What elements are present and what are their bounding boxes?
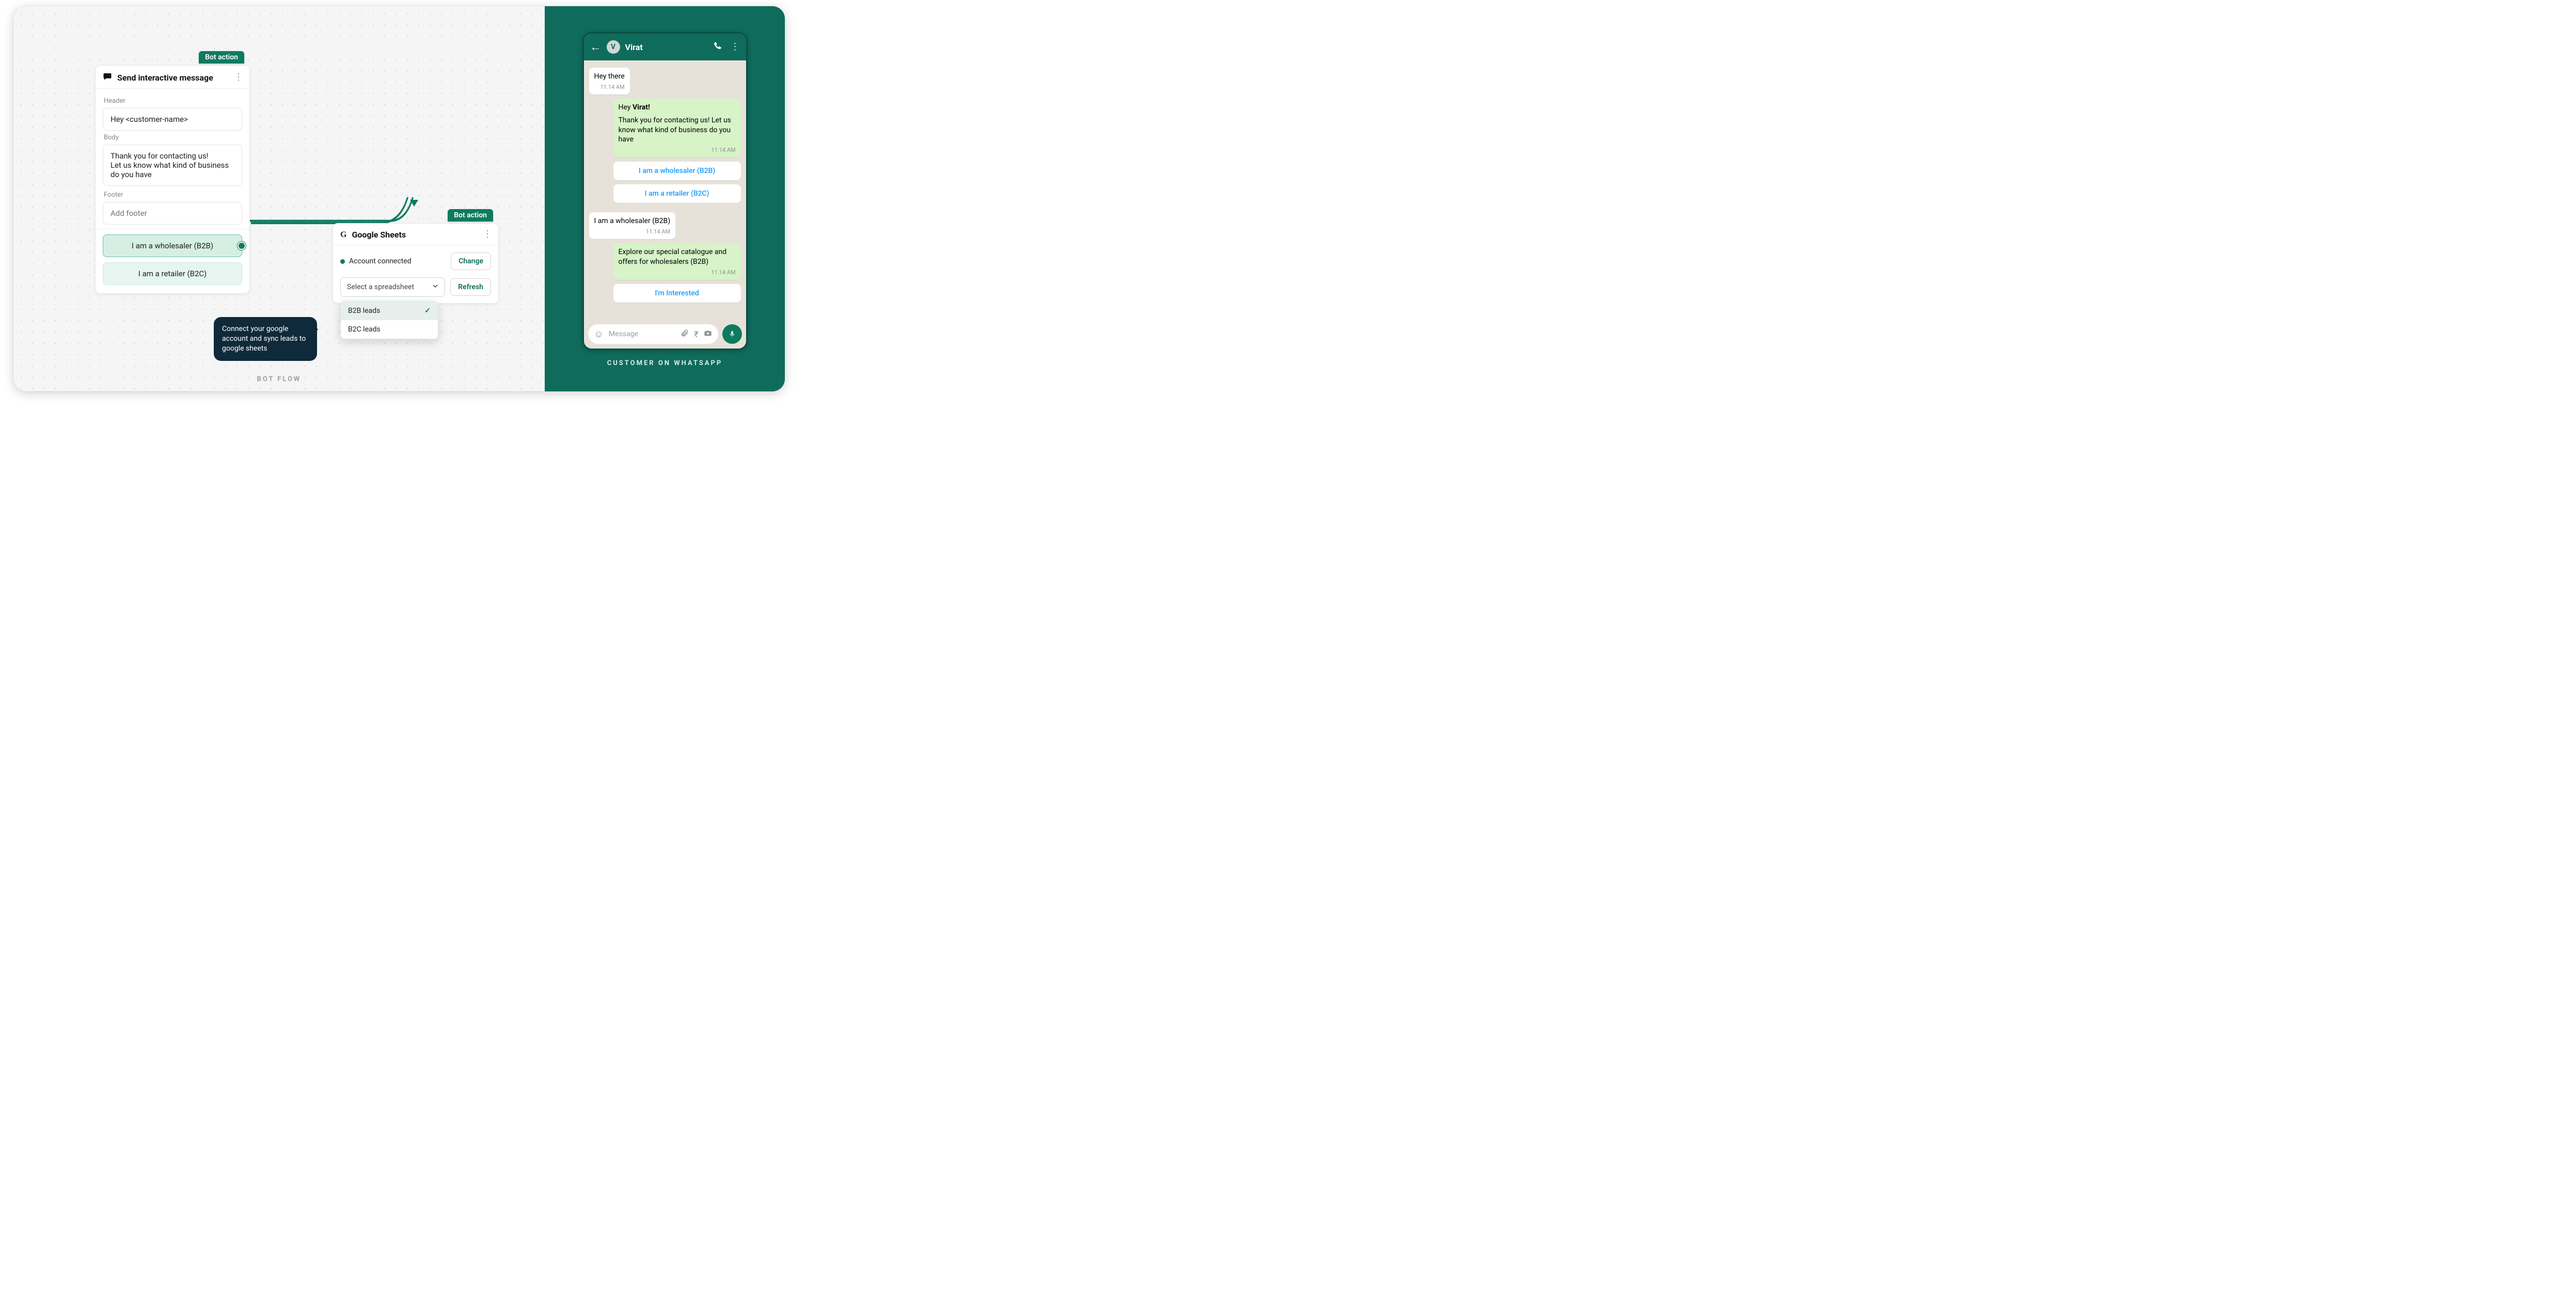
refresh-button[interactable]: Refresh <box>450 278 491 296</box>
outgoing-message: Explore our special catalogue and offers… <box>613 243 741 280</box>
change-button[interactable]: Change <box>451 252 491 270</box>
timestamp: 11.14 AM <box>594 228 671 236</box>
status-dot-icon <box>340 259 345 264</box>
app-frame: Bot action Send interactive message ⋮ He… <box>13 6 785 391</box>
chevron-down-icon <box>432 283 438 291</box>
timestamp: 11.14 AM <box>619 269 736 277</box>
google-sheets-card[interactable]: Bot action G Google Sheets ⋮ Account con… <box>333 223 499 304</box>
connector-dot[interactable] <box>238 242 246 250</box>
msg-text: I am a wholesaler (B2B) <box>594 217 671 225</box>
reply-option-interested[interactable]: I'm Interested <box>613 284 741 303</box>
reply-option-wholesaler[interactable]: I am a wholesaler (B2B) <box>613 162 741 180</box>
canvas-label: BOT FLOW <box>257 375 302 383</box>
back-icon[interactable]: ← <box>590 40 602 54</box>
incoming-message: I am a wholesaler (B2B) 11.14 AM <box>589 212 676 239</box>
card-title: Google Sheets <box>352 230 478 240</box>
message-placeholder: Message <box>609 330 675 338</box>
body-label: Body <box>104 134 241 141</box>
chat-icon <box>103 72 112 83</box>
body-input[interactable] <box>103 145 242 186</box>
dropdown-item-label: B2B leads <box>348 307 380 315</box>
kebab-icon[interactable]: ⋮ <box>731 41 740 53</box>
camera-icon[interactable] <box>704 329 712 339</box>
card-header: Send interactive message ⋮ <box>96 66 249 89</box>
spreadsheet-dropdown: B2B leads ✓ B2C leads <box>340 301 438 339</box>
option-retailer[interactable]: I am a retailer (B2C) <box>103 262 242 285</box>
incoming-message: Hey there 11.14 AM <box>589 68 630 94</box>
footer-label: Footer <box>104 191 241 199</box>
attach-icon[interactable] <box>681 329 689 339</box>
footer-input[interactable] <box>103 202 242 225</box>
emoji-icon[interactable]: ☺ <box>594 329 604 340</box>
msg-text: Thank you for contacting us! Let us know… <box>619 116 736 145</box>
send-interactive-card[interactable]: Bot action Send interactive message ⋮ He… <box>95 65 250 294</box>
bot-action-tag: Bot action <box>199 51 244 64</box>
bot-action-tag: Bot action <box>448 209 493 222</box>
phone-preview-pane: ← V Virat ⋮ Hey there 11.14 AM Hey Virat… <box>545 6 785 391</box>
rupee-icon[interactable]: ₹ <box>694 329 698 339</box>
phone-pane-label: CUSTOMER ON WHATSAPP <box>607 359 723 367</box>
msg-text: Hey there <box>594 72 625 81</box>
msg-text: Explore our special catalogue and offers… <box>619 248 727 266</box>
header-input[interactable] <box>103 108 242 131</box>
card-title: Send interactive message <box>117 73 229 83</box>
chat-body[interactable]: Hey there 11.14 AM Hey Virat! Thank you … <box>584 60 746 324</box>
spreadsheet-select[interactable]: Select a spreadsheet <box>340 277 445 297</box>
timestamp: 11.14 AM <box>619 147 736 154</box>
chat-input-bar: ☺ Message ₹ <box>584 324 746 349</box>
phone-mock: ← V Virat ⋮ Hey there 11.14 AM Hey Virat… <box>582 32 748 350</box>
hint-tooltip: Connect your google account and sync lea… <box>214 317 317 361</box>
option-wholesaler[interactable]: I am a wholesaler (B2B) <box>103 234 242 257</box>
greet-name: Virat! <box>633 103 650 112</box>
option-wholesaler-label: I am a wholesaler (B2B) <box>132 241 213 250</box>
timestamp: 11.14 AM <box>594 84 625 91</box>
header-label: Header <box>104 97 241 105</box>
flow-canvas[interactable]: Bot action Send interactive message ⋮ He… <box>13 6 545 391</box>
google-icon: G <box>340 230 346 240</box>
msg-text: Hey <box>619 103 633 112</box>
contact-name: Virat <box>625 42 708 52</box>
mic-button[interactable] <box>722 324 742 344</box>
account-status: Account connected <box>349 257 447 265</box>
card-header: G Google Sheets ⋮ <box>333 224 498 245</box>
card-menu-icon[interactable]: ⋮ <box>483 232 491 238</box>
select-label: Select a spreadsheet <box>347 283 414 291</box>
check-icon: ✓ <box>424 307 431 315</box>
outgoing-message: Hey Virat! Thank you for contacting us! … <box>613 99 741 157</box>
dropdown-item-b2b[interactable]: B2B leads ✓ <box>341 302 438 320</box>
reply-option-retailer[interactable]: I am a retailer (B2C) <box>613 184 741 203</box>
avatar[interactable]: V <box>607 40 620 54</box>
chat-header: ← V Virat ⋮ <box>584 34 746 60</box>
call-icon[interactable] <box>713 41 722 53</box>
dropdown-item-b2c[interactable]: B2C leads <box>341 320 438 339</box>
card-menu-icon[interactable]: ⋮ <box>234 75 242 81</box>
message-input[interactable]: ☺ Message ₹ <box>588 324 718 344</box>
